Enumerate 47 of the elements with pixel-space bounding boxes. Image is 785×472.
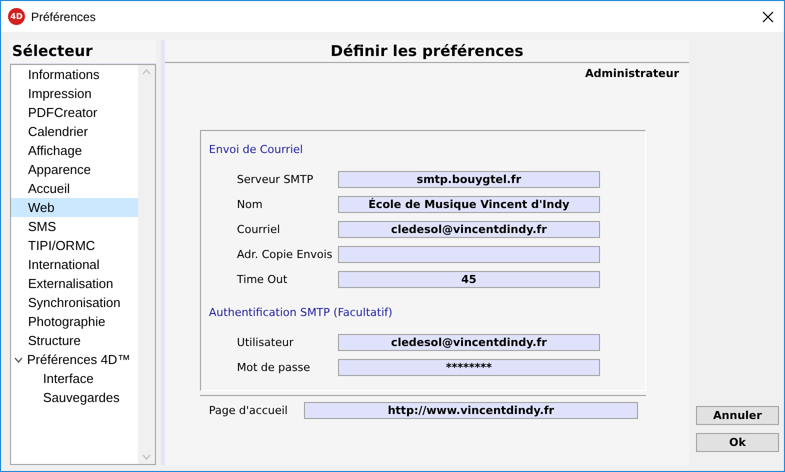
section-title: Authentification SMTP (Facultatif) <box>208 306 394 320</box>
sidebar-item[interactable]: Photographie <box>11 312 138 331</box>
field-label: Page d'accueil <box>208 404 289 416</box>
sidebar-item[interactable]: Informations <box>11 65 138 84</box>
input-field[interactable]: http://www.vincentdindy.fr <box>304 402 638 418</box>
sidebar-item[interactable]: Calendrier <box>11 122 138 141</box>
sidebar-item[interactable]: Sauvegardes <box>11 388 138 407</box>
window-title: Préférences <box>31 10 97 24</box>
sidebar-item[interactable]: Web <box>11 198 138 217</box>
close-icon[interactable] <box>762 10 774 22</box>
scroll-up-icon <box>142 69 151 75</box>
scrollbar[interactable] <box>138 65 155 464</box>
sidebar-title: Sélecteur <box>10 40 156 63</box>
sidebar-item[interactable]: Accueil <box>11 179 138 198</box>
sidebar-item[interactable]: Impression <box>11 84 138 103</box>
dialog-button[interactable]: Ok <box>696 433 779 452</box>
input-field[interactable] <box>338 246 600 263</box>
sidebar-item[interactable]: PDFCreator <box>11 103 138 122</box>
sidebar-item[interactable]: Apparence <box>11 160 138 179</box>
field-label: Adr. Copie Envois <box>236 248 334 261</box>
sidebar-item[interactable]: Interface <box>11 369 138 388</box>
sidebar-item[interactable]: Structure <box>11 331 138 350</box>
user-name: Administrateur <box>584 66 680 80</box>
dialog-button[interactable]: Annuler <box>696 406 779 425</box>
sidebar-item[interactable]: International <box>11 255 138 274</box>
sidebar-item[interactable]: Préférences 4D™ <box>11 350 138 369</box>
input-field[interactable]: cledesol@vincentdindy.fr <box>338 334 600 351</box>
field-label: Courriel <box>236 223 282 236</box>
input-field[interactable]: 45 <box>338 271 600 288</box>
input-field[interactable]: ******** <box>338 359 600 376</box>
scroll-down-icon <box>142 454 151 460</box>
panel-title: Définir les préférences <box>164 40 689 63</box>
app-logo: 4D <box>8 8 25 25</box>
input-field[interactable]: École de Musique Vincent d'Indy <box>338 196 600 213</box>
field-label: Mot de passe <box>236 361 312 374</box>
field-label: Time Out <box>236 273 288 286</box>
input-field[interactable]: smtp.bouygtel.fr <box>338 171 600 188</box>
sidebar-item[interactable]: Affichage <box>11 141 138 160</box>
sidebar-item[interactable]: SMS <box>11 217 138 236</box>
input-field[interactable]: cledesol@vincentdindy.fr <box>338 221 600 238</box>
field-label: Serveur SMTP <box>236 173 314 186</box>
section-title: Envoi de Courriel <box>208 143 304 157</box>
sidebar-item[interactable]: TIPI/ORMC <box>11 236 138 255</box>
field-label: Nom <box>236 198 264 211</box>
sidebar-item[interactable]: Externalisation <box>11 274 138 293</box>
field-label: Utilisateur <box>236 336 294 349</box>
sidebar-item[interactable]: Synchronisation <box>11 293 138 312</box>
